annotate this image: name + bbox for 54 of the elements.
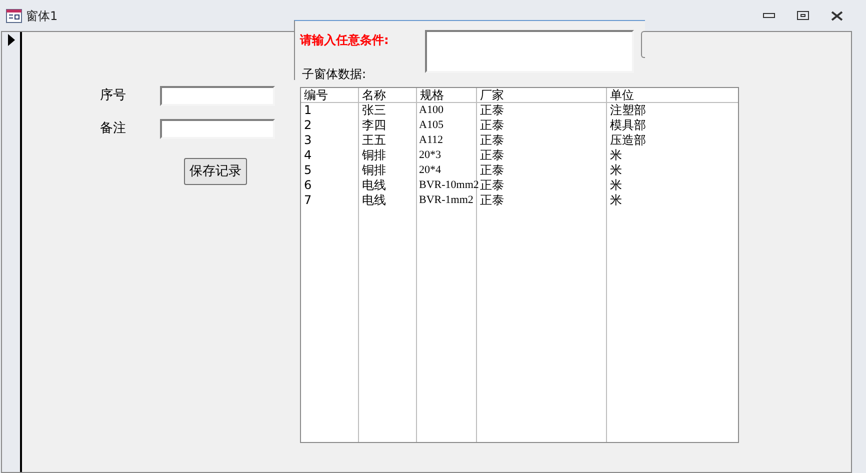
table-cell-text: 米 (609, 193, 623, 208)
table-cell-text: 5 (303, 163, 313, 178)
save-button[interactable]: 保存记录 (184, 158, 247, 185)
table-cell-text: A100 (418, 103, 444, 118)
subform-label: 子窗体数据: (302, 66, 368, 83)
table-cell-text: 李四 (361, 118, 387, 133)
table-cell-text: A112 (418, 133, 444, 148)
table-cell-text: 2 (303, 118, 313, 133)
table-cell-text: 电线 (361, 178, 387, 193)
table-cell-text: 电线 (361, 193, 387, 208)
table-cell-text: 米 (609, 163, 623, 178)
form-icon (6, 8, 22, 22)
table-cell-text: 正泰 (479, 163, 505, 178)
table-cell-text: 正泰 (479, 193, 505, 208)
current-record-icon (7, 34, 15, 46)
column-header[interactable]: 名称 (359, 88, 416, 103)
window-title: 窗体1 (26, 8, 58, 24)
minimize-icon (763, 12, 775, 18)
table-cell-text: 正泰 (479, 118, 505, 133)
column-header[interactable]: 单位 (607, 88, 738, 103)
table-cell-text: BVR-1mm2 (418, 193, 474, 208)
table-cell-text: 20*4 (418, 163, 442, 178)
field-label: 序号 (100, 87, 127, 106)
column-header[interactable]: 规格 (417, 88, 476, 103)
table-cell-text: 6 (303, 178, 313, 193)
table-cell-text: 铜排 (361, 163, 387, 178)
table-cell-text: 20*3 (418, 148, 442, 163)
table-cell-text: 米 (609, 178, 623, 193)
table-cell-text: 王五 (361, 133, 387, 148)
table-cell-text: 模具部 (609, 118, 647, 133)
text-field[interactable] (160, 119, 275, 139)
table-cell-text: 正泰 (479, 103, 505, 118)
table-cell-text: 3 (303, 133, 313, 148)
table-cell-text: A105 (418, 118, 444, 133)
column-header[interactable]: 厂家 (477, 88, 606, 103)
table-cell-text: 张三 (361, 103, 387, 118)
table-cell-text: 4 (303, 148, 313, 163)
table-cell-text: 正泰 (479, 178, 505, 193)
condition-field[interactable] (425, 30, 634, 73)
maximize-icon (797, 10, 809, 20)
column-header[interactable]: 编号 (301, 88, 358, 103)
table-cell-text: BVR-10mm2 (418, 178, 476, 193)
condition-prompt: 请输入任意条件: (300, 32, 390, 49)
table-cell-text: 1 (303, 103, 313, 118)
table-cell-text: 压造部 (609, 133, 647, 148)
text-field[interactable] (160, 86, 275, 106)
field-label: 备注 (100, 120, 127, 138)
table-cell-text: 7 (303, 193, 313, 208)
close-icon (831, 10, 843, 20)
table-cell-text: 铜排 (361, 148, 387, 163)
table-cell-text: 注塑部 (609, 103, 647, 118)
table-cell-text: 正泰 (479, 133, 505, 148)
table-cell-text: 米 (609, 148, 623, 163)
table-cell-text: 正泰 (479, 148, 505, 163)
